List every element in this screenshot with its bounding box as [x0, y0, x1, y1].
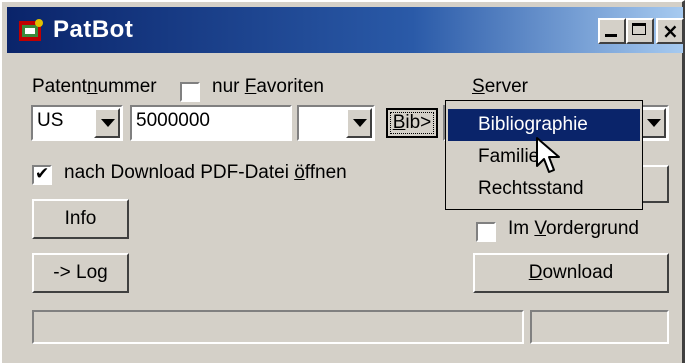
minimize-icon	[605, 34, 617, 37]
dropdown-arrow-icon[interactable]	[346, 108, 372, 138]
minimize-button[interactable]	[598, 18, 626, 44]
dropdown-arrow-icon[interactable]	[640, 108, 666, 138]
patent-number-value: 5000000	[136, 110, 210, 131]
bib-button[interactable]: Bib>	[386, 108, 438, 138]
nur-favoriten-checkbox[interactable]	[180, 82, 200, 102]
server-label: Server	[472, 76, 528, 97]
status-pane-secondary	[530, 310, 669, 344]
server-option-rechtsstand[interactable]: Rechtsstand	[448, 173, 640, 205]
country-value: US	[37, 110, 64, 131]
app-icon	[19, 19, 43, 41]
maximize-icon	[632, 23, 646, 35]
close-icon: ×	[662, 19, 679, 43]
mouse-cursor-icon	[536, 137, 560, 173]
dropdown-arrow-icon[interactable]	[94, 108, 120, 138]
download-button[interactable]: Download	[473, 253, 669, 293]
im-vordergrund-label: Im Vordergrund	[508, 218, 639, 239]
close-button[interactable]: ×	[656, 18, 684, 44]
patent-number-input[interactable]: 5000000	[130, 105, 292, 141]
patbot-window: PatBot × Patentnummer nur Favoriten Serv…	[0, 0, 685, 363]
maximize-button[interactable]	[626, 18, 654, 44]
info-button[interactable]: Info	[32, 199, 129, 239]
pdf-oeffnen-checkbox[interactable]	[32, 164, 52, 185]
log-button[interactable]: -> Log	[32, 253, 129, 293]
country-select[interactable]: US	[31, 105, 123, 141]
nur-favoriten-label: nur Favoriten	[212, 76, 324, 97]
im-vordergrund-checkbox[interactable]	[476, 222, 496, 242]
pdf-oeffnen-label: nach Download PDF-Datei öffnen	[64, 162, 347, 183]
title-bar: PatBot ×	[7, 7, 684, 53]
patentnummer-label: Patentnummer	[32, 76, 157, 97]
window-title: PatBot	[53, 16, 134, 43]
status-pane-main	[32, 310, 524, 344]
kind-select[interactable]	[297, 105, 375, 141]
